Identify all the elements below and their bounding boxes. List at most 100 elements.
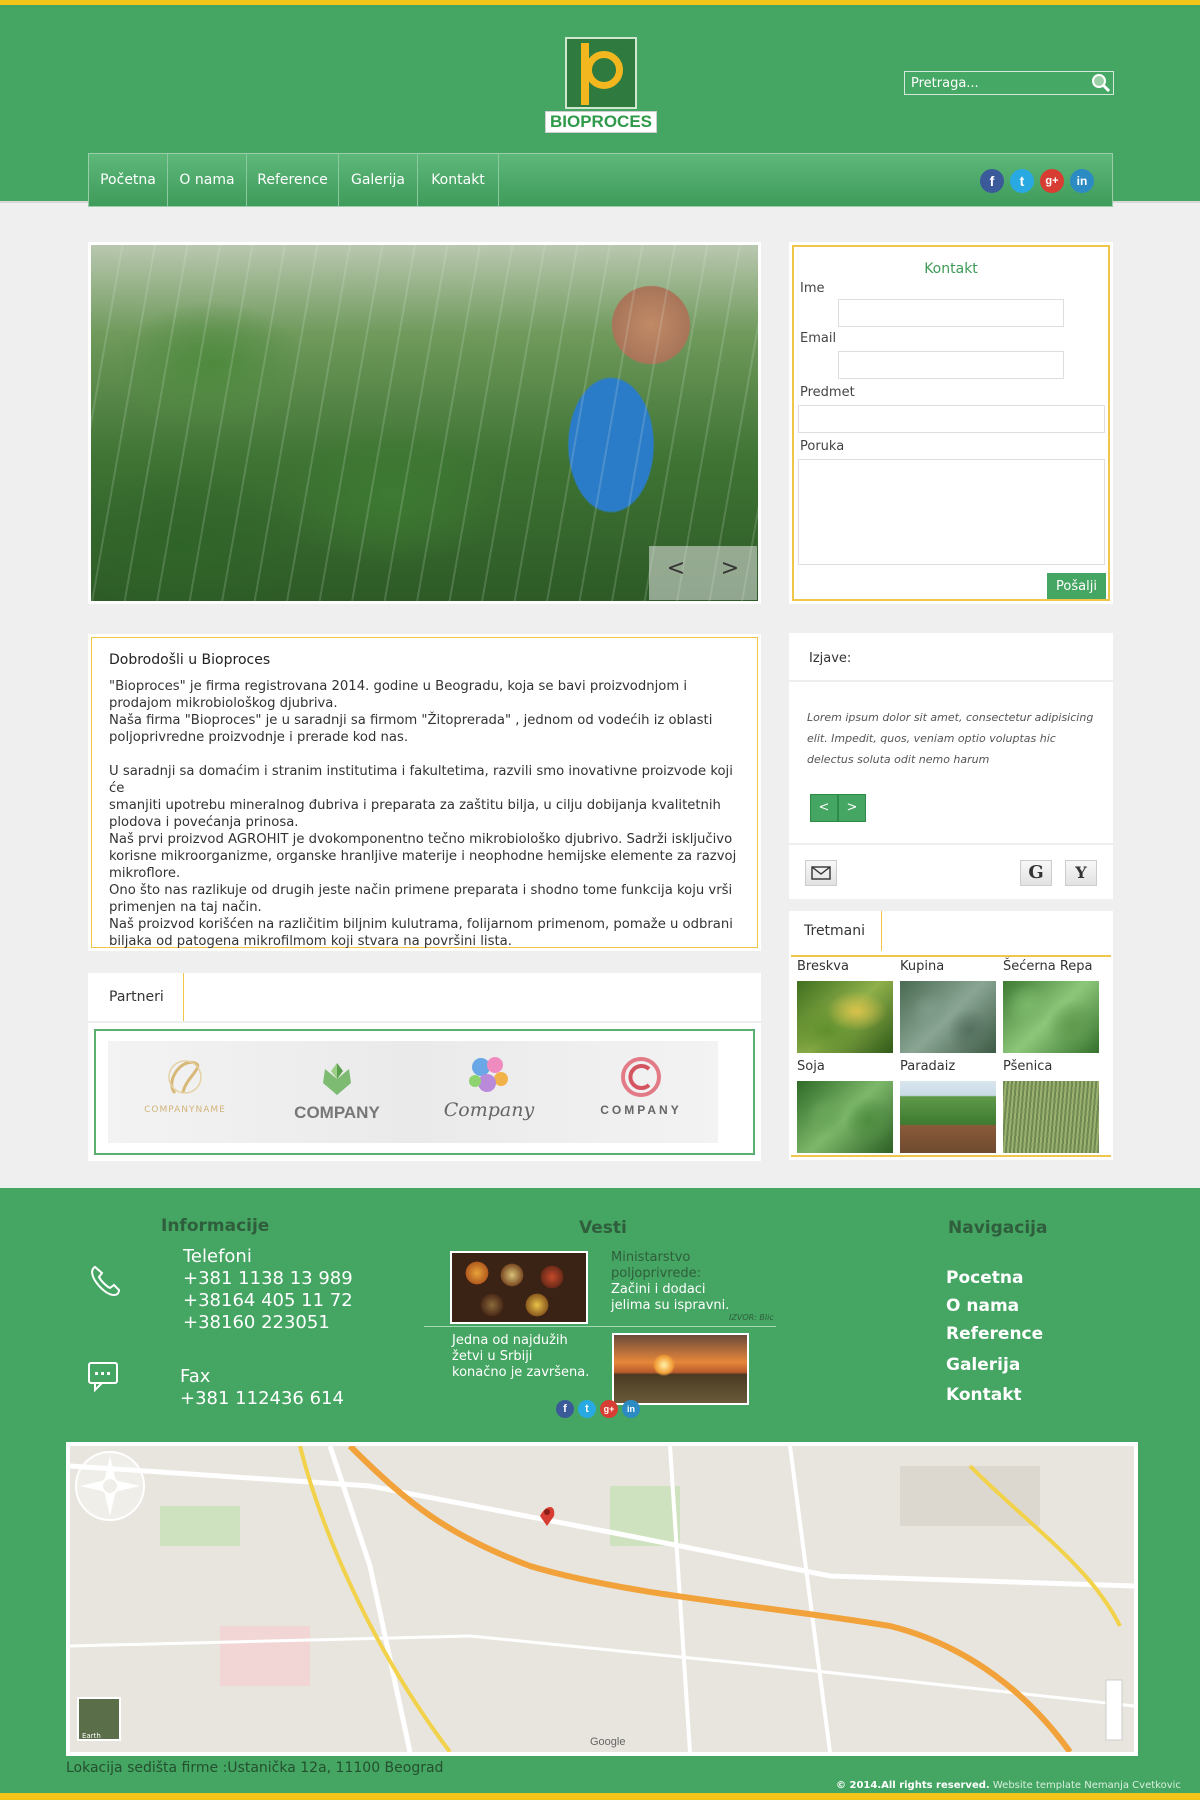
welcome-line: plodova i povećanja prinosa. [109,815,299,830]
twitter-icon[interactable]: t [1010,169,1034,193]
footer-nav-pocetna[interactable]: Pocetna [946,1268,1023,1288]
email-field[interactable] [838,351,1064,379]
footer-social-links: f t g+ in [556,1400,646,1420]
footer-nav-reference[interactable]: Reference [946,1324,1043,1344]
search-box [904,71,1114,95]
paradaiz-photo [900,1081,996,1153]
search-input[interactable] [905,72,1085,94]
facebook-icon[interactable]: f [556,1400,574,1418]
kupina-photo [900,981,996,1053]
fax-label: Fax [180,1366,211,1387]
slider-prev-button[interactable]: < [661,556,691,581]
news-image-spices[interactable] [450,1251,588,1324]
news1-text[interactable]: Ministarstvo poljoprivrede: Začini i dod… [611,1250,729,1314]
welcome-line: mikroflore. [109,866,181,881]
phones-label: Telefoni [183,1246,252,1267]
partners-title: Partneri [88,973,184,1021]
nav-item-o-nama[interactable]: O nama [168,154,247,206]
linkedin-icon[interactable]: in [1070,169,1094,193]
testimonial-prev-button[interactable]: < [810,794,838,822]
yahoo-icon[interactable]: Y [1065,860,1097,886]
map-earth-label[interactable]: Earth [82,1732,101,1740]
welcome-line: primenjen na taj način. [109,900,262,915]
testimonials-section: Izjave: Lorem ipsum dolor sit amet, cons… [789,633,1113,899]
welcome-line: "Bioproces" je firma registrovana 2014. … [109,679,688,694]
logo-text: BIOPROCES [545,111,657,133]
news2-text[interactable]: Jedna od najdužih žetvi u Srbiji konačno… [452,1333,589,1381]
footer-nav-kontakt[interactable]: Kontakt [946,1385,1022,1405]
nav-item-reference[interactable]: Reference [247,154,339,206]
subject-label: Predmet [800,385,855,400]
contact-form: Kontakt Ime Email Predmet Poruka Pošalji [789,242,1113,604]
footer-nav-o-nama[interactable]: O nama [946,1296,1019,1316]
welcome-line: prodajom mikrobiološkog djubriva. [109,696,338,711]
phone-number: +381 1138 13 989 [183,1268,353,1289]
google-plus-icon[interactable]: g+ [1040,169,1064,193]
treatment-paradaiz[interactable]: Paradaiz [898,1057,996,1157]
partner-leaf-icon [323,1063,351,1095]
slider-next-button[interactable]: > [715,556,745,581]
footer-nav-galerija[interactable]: Galerija [946,1355,1020,1375]
map-canvas[interactable] [70,1446,1134,1752]
partner-logo-2[interactable]: COMPANY [262,1041,412,1143]
mail-icon[interactable] [805,860,837,886]
facebook-icon[interactable]: f [980,169,1004,193]
fax-icon [88,1362,118,1392]
news1-source: IZVOR: Blic [729,1313,774,1322]
send-button[interactable]: Pošalji [1047,573,1106,599]
welcome-line: smanjiti upotrebu mineralnog đubriva i p… [109,798,721,813]
testimonial-quote: Lorem ipsum dolor sit amet, consectetur … [807,711,1094,766]
phone-number: +38164 405 11 72 [183,1290,353,1311]
treatment-breskva[interactable]: Breskva [795,957,893,1057]
welcome-title: Dobrodošli u Bioproces [109,652,271,668]
treatments-title: Tretmani [789,911,882,951]
social-links: f t g+ in [980,167,1100,195]
navigation-title: Navigacija [948,1218,1048,1238]
email-label: Email [800,331,837,346]
welcome-line: Naš proizvod korišćen na različitim bilj… [109,917,733,932]
subject-field[interactable] [798,405,1105,433]
welcome-line: Ono što nas razlikuje od drugih jeste na… [109,883,733,898]
treatment-kupina[interactable]: Kupina [898,957,996,1057]
partner-logo-1[interactable]: COMPANYNAME [110,1041,260,1143]
bottom-accent-bar [0,1793,1200,1800]
name-label: Ime [800,281,825,296]
phone-number: +38160 223051 [183,1312,330,1333]
news-title: Vesti [579,1218,627,1238]
partner-logo-4[interactable]: COMPANY [566,1041,716,1143]
message-field[interactable] [798,459,1105,565]
nav-item-pocetna[interactable]: Početna [89,154,168,206]
partner-logo-3[interactable]: Company [414,1041,564,1143]
image-slider: < > [88,242,761,604]
welcome-line [109,746,740,763]
psenica-photo [1003,1081,1099,1153]
treatments-grid: Breskva Kupina Šećerna Repa Soja Paradai… [791,955,1111,1157]
google-plus-icon[interactable]: g+ [600,1400,618,1418]
search-icon[interactable] [1091,73,1111,93]
fax-number: +381 112436 614 [180,1388,344,1409]
location-text: Lokacija sedišta firme :Ustanička 12a, 1… [66,1760,444,1776]
partner-bubbles-icon [469,1057,508,1092]
testimonial-next-button[interactable]: > [838,794,866,822]
partners-section: Partneri COMPANYNAME COMPANY Company COM… [88,973,761,1161]
location-map[interactable]: Earth Google [66,1442,1138,1756]
logo[interactable]: BIOPROCES [545,37,657,135]
news-divider [424,1326,776,1327]
treatment-secerna-repa[interactable]: Šećerna Repa [1001,957,1099,1057]
info-title: Informacije [161,1216,270,1236]
linkedin-icon[interactable]: in [622,1400,640,1418]
google-icon[interactable]: G [1020,860,1052,886]
welcome-line: Naša firma "Bioproces" je u saradnji sa … [109,713,713,728]
copyright: © 2014.All rights reserved. Website temp… [836,1780,1181,1791]
news-image-harvest[interactable] [612,1333,749,1405]
welcome-line: korisne mikroorganizme, organske hranlji… [109,849,737,864]
welcome-line: poljoprivredne proizvodnje i prerade kod… [109,730,409,745]
treatment-soja[interactable]: Soja [795,1057,893,1157]
header: BIOPROCES Početna O nama Reference Galer… [0,5,1200,207]
slider-controls: < > [649,546,757,600]
name-field[interactable] [838,299,1064,327]
nav-item-kontakt[interactable]: Kontakt [418,154,499,206]
treatment-psenica[interactable]: Pšenica [1001,1057,1099,1157]
twitter-icon[interactable]: t [578,1400,596,1418]
nav-item-galerija[interactable]: Galerija [339,154,418,206]
